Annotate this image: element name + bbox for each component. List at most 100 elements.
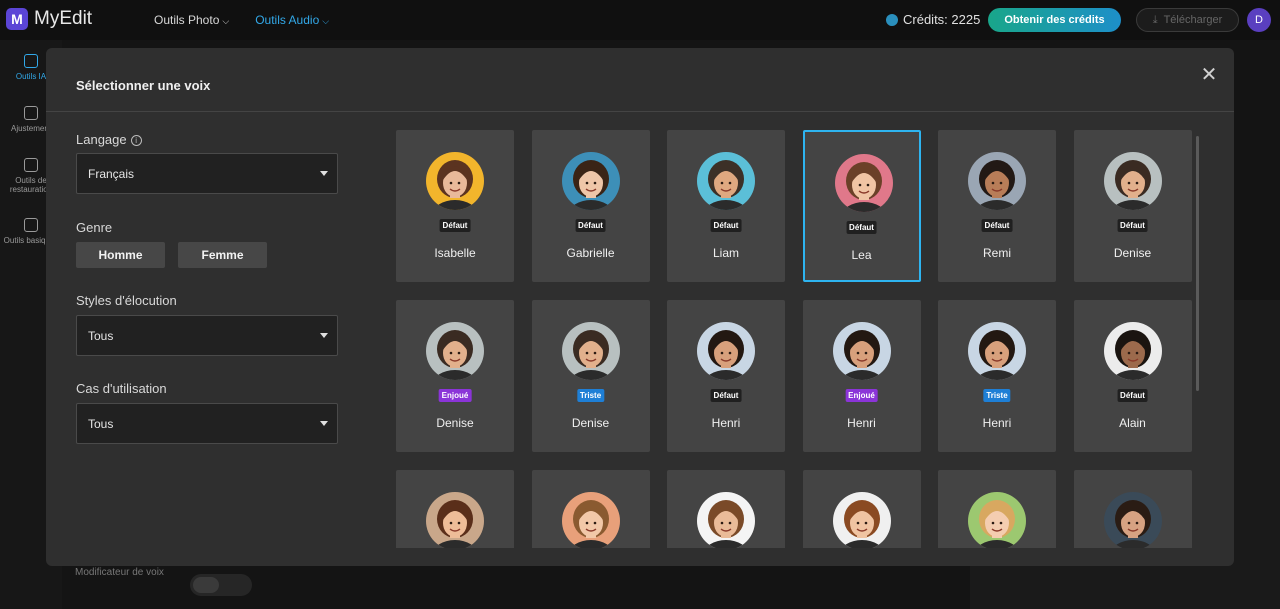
usecase-label: Cas d'utilisation bbox=[76, 381, 167, 396]
sliders-icon bbox=[24, 106, 38, 120]
voice-name: Isabelle bbox=[434, 246, 476, 260]
voice-avatar bbox=[1103, 492, 1162, 548]
voice-style-badge: Défaut bbox=[981, 219, 1013, 232]
voice-avatar bbox=[426, 492, 484, 548]
voice-avatar bbox=[832, 492, 891, 548]
voice-name: Denise bbox=[436, 416, 474, 430]
voice-card[interactable]: Enjoué Denise bbox=[396, 300, 514, 452]
voice-name: Denise bbox=[571, 416, 610, 430]
voice-style-badge: Défaut bbox=[1117, 219, 1148, 232]
gender-female-button[interactable]: Femme bbox=[178, 242, 267, 268]
voice-card[interactable]: Défaut Denise bbox=[1073, 130, 1192, 282]
voice-avatar bbox=[832, 322, 891, 380]
voice-style-badge: Enjoué bbox=[438, 389, 472, 402]
voice-name: Henri bbox=[982, 416, 1012, 430]
voice-avatar bbox=[697, 492, 755, 548]
voice-style-badge: Défaut bbox=[846, 221, 877, 234]
voice-avatar bbox=[1103, 322, 1162, 380]
voice-card[interactable] bbox=[531, 470, 650, 548]
crop-icon bbox=[24, 218, 38, 232]
chevron-down-icon: ⌵ bbox=[222, 16, 230, 26]
nav-audio-tools[interactable]: Outils Audio ⌵ bbox=[255, 13, 329, 27]
voice-card[interactable] bbox=[802, 470, 921, 548]
voice-name: Gabrielle bbox=[566, 246, 615, 260]
voice-avatar bbox=[426, 152, 484, 210]
voice-avatar bbox=[834, 154, 893, 212]
download-icon: ⤓ bbox=[1152, 13, 1158, 26]
nav-photo-tools[interactable]: Outils Photo ⌵ bbox=[154, 13, 229, 27]
voice-style-badge: Enjoué bbox=[845, 389, 878, 402]
voice-style-badge: Défaut bbox=[710, 219, 742, 232]
styles-label: Styles d'élocution bbox=[76, 293, 177, 308]
voice-name: Lea bbox=[851, 248, 872, 262]
voice-avatar bbox=[968, 322, 1026, 380]
voice-card[interactable]: Triste Henri bbox=[938, 300, 1056, 452]
voice-card[interactable]: Triste Denise bbox=[531, 300, 650, 452]
voice-avatar bbox=[697, 322, 755, 380]
voice-avatar bbox=[561, 492, 620, 548]
voice-card[interactable] bbox=[1073, 470, 1192, 548]
voice-style-badge: Triste bbox=[983, 389, 1011, 402]
voice-card[interactable]: Enjoué Henri bbox=[802, 300, 921, 452]
app-name: MyEdit bbox=[34, 8, 93, 29]
voice-name: Henri bbox=[711, 416, 741, 430]
usecase-select[interactable]: Tous bbox=[76, 403, 338, 444]
voice-grid: Défaut Isabelle Défaut Gabrielle Défaut Liam D… bbox=[396, 130, 1196, 548]
voice-style-badge: Défaut bbox=[575, 219, 606, 232]
voice-modifier-label: Modificateur de voix bbox=[75, 567, 164, 578]
list-view-icon[interactable] bbox=[223, 577, 249, 593]
voice-card[interactable]: Défaut Liam bbox=[667, 130, 785, 282]
caret-down-icon bbox=[320, 333, 328, 338]
styles-select[interactable]: Tous bbox=[76, 315, 338, 356]
voice-avatar bbox=[561, 322, 620, 380]
voice-name: Remi bbox=[982, 246, 1011, 260]
magic-wand-icon bbox=[24, 54, 38, 68]
voice-avatar bbox=[968, 152, 1026, 210]
voice-card[interactable] bbox=[396, 470, 514, 548]
app-logo[interactable]: M MyEdit bbox=[6, 8, 92, 30]
caret-down-icon bbox=[320, 421, 328, 426]
voice-style-badge: Défaut bbox=[439, 219, 471, 232]
voice-card[interactable]: Défaut Lea bbox=[802, 130, 921, 282]
download-button[interactable]: ⤓ Télécharger bbox=[1136, 8, 1239, 32]
voice-name: Henri bbox=[847, 416, 876, 430]
chevron-down-icon: ⌵ bbox=[322, 16, 330, 26]
modal-divider bbox=[46, 111, 1234, 112]
user-avatar[interactable]: D bbox=[1247, 8, 1271, 32]
caret-down-icon bbox=[320, 171, 328, 176]
voice-card[interactable] bbox=[938, 470, 1056, 548]
top-bar: M MyEdit Outils Photo ⌵ Outils Audio ⌵ Cré… bbox=[0, 0, 1280, 40]
voice-style-badge: Triste bbox=[576, 389, 605, 402]
voice-avatar bbox=[1103, 152, 1162, 210]
voice-avatar bbox=[426, 322, 484, 380]
modal-title: Sélectionner une voix bbox=[76, 78, 211, 93]
shield-icon bbox=[886, 13, 898, 26]
gender-label: Genre bbox=[76, 220, 113, 235]
logo-mark-icon: M bbox=[6, 8, 28, 30]
grid-view-icon[interactable] bbox=[193, 577, 219, 593]
view-toggle[interactable] bbox=[190, 574, 252, 596]
voice-avatar bbox=[697, 152, 755, 210]
voice-card[interactable] bbox=[667, 470, 785, 548]
credits-label: Crédits: 2225 bbox=[903, 12, 981, 27]
waveform-icon bbox=[24, 158, 38, 172]
voice-name: Liam bbox=[712, 246, 739, 260]
language-select[interactable]: Français bbox=[76, 153, 338, 194]
voice-style-badge: Défaut bbox=[1117, 389, 1148, 402]
gender-male-button[interactable]: Homme bbox=[76, 242, 165, 268]
voice-name: Alain bbox=[1119, 416, 1146, 430]
voice-card[interactable]: Défaut Gabrielle bbox=[531, 130, 650, 282]
voice-card[interactable]: Défaut Remi bbox=[938, 130, 1056, 282]
language-label: Langage i bbox=[76, 132, 142, 147]
voice-style-badge: Défaut bbox=[710, 389, 742, 402]
close-icon[interactable]: ✕ bbox=[1198, 64, 1220, 86]
info-icon[interactable]: i bbox=[130, 135, 142, 146]
voice-card[interactable]: Défaut Isabelle bbox=[396, 130, 514, 282]
voice-card[interactable]: Défaut Alain bbox=[1073, 300, 1192, 452]
grid-scrollbar[interactable] bbox=[1196, 136, 1199, 391]
get-credits-button[interactable]: Obtenir des crédits bbox=[988, 8, 1121, 32]
credits-display: Crédits: 2225 bbox=[886, 12, 980, 27]
voice-card[interactable]: Défaut Henri bbox=[667, 300, 785, 452]
voice-avatar bbox=[561, 152, 620, 210]
top-nav: Outils Photo ⌵ Outils Audio ⌵ bbox=[154, 13, 329, 27]
